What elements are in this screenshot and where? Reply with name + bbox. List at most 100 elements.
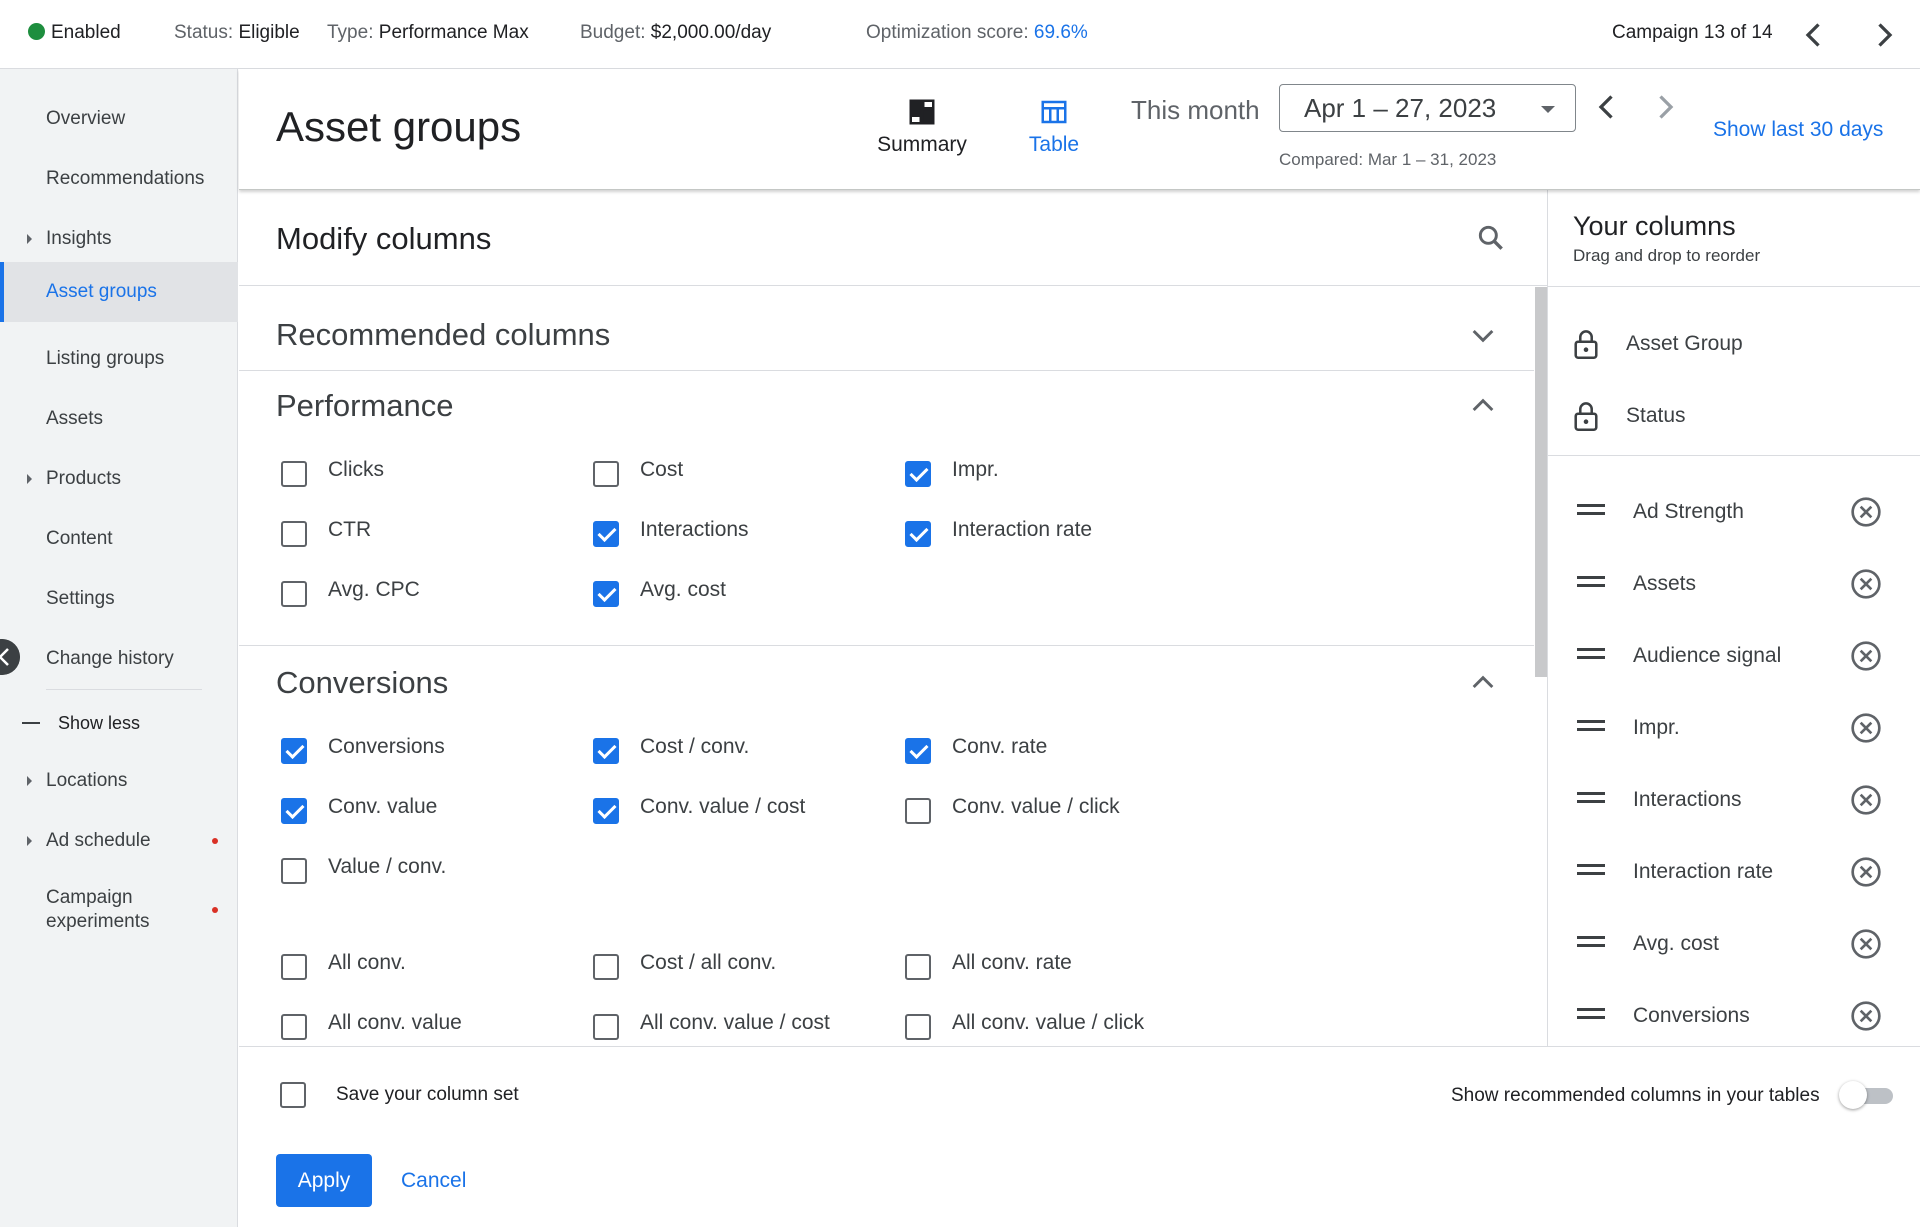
selected-column-interactions[interactable]: Interactions [1548, 770, 1920, 830]
checkbox-cost-per-conv[interactable]: Cost / conv. [593, 735, 749, 764]
next-period-chevron-icon[interactable] [1647, 89, 1683, 125]
checkbox-all-conv-value-per-cost[interactable]: All conv. value / cost [593, 1011, 830, 1040]
remove-column-icon[interactable] [1850, 712, 1882, 744]
chevron-down-icon[interactable] [1467, 319, 1499, 351]
sidebar-item-listing-groups[interactable]: Listing groups [0, 330, 238, 388]
checkbox-box[interactable] [281, 738, 307, 764]
checkbox-cost[interactable]: Cost [593, 458, 683, 487]
remove-column-icon[interactable] [1850, 856, 1882, 888]
date-range-picker[interactable]: Apr 1 – 27, 2023 [1279, 84, 1576, 132]
checkbox-box[interactable] [281, 581, 307, 607]
drag-handle-icon[interactable] [1577, 1008, 1605, 1024]
sidebar-item-ad-schedule[interactable]: Ad schedule [0, 812, 238, 870]
checkbox-all-conv-value-per-click[interactable]: All conv. value / click [905, 1011, 1144, 1040]
checkbox-all-conv-rate[interactable]: All conv. rate [905, 951, 1072, 980]
selected-column-assets[interactable]: Assets [1548, 554, 1920, 614]
selected-column-conversions[interactable]: Conversions [1548, 986, 1920, 1046]
drag-handle-icon[interactable] [1577, 720, 1605, 736]
enabled-status[interactable]: Enabled [28, 22, 121, 44]
next-campaign-chevron-icon[interactable] [1866, 17, 1902, 53]
drag-handle-icon[interactable] [1577, 936, 1605, 952]
checkbox-box[interactable] [281, 461, 307, 487]
apply-button[interactable]: Apply [276, 1154, 372, 1207]
checkbox-conv-value-per-click[interactable]: Conv. value / click [905, 795, 1120, 824]
recommended-columns-title[interactable]: Recommended columns [276, 317, 610, 353]
checkbox-box[interactable] [593, 521, 619, 547]
selected-column-impr[interactable]: Impr. [1548, 698, 1920, 758]
checkbox-box[interactable] [593, 461, 619, 487]
sidebar-item-insights[interactable]: Insights [0, 210, 238, 268]
save-column-set-checkbox[interactable]: Save your column set [280, 1082, 519, 1108]
checkbox-cost-per-all-conv[interactable]: Cost / all conv. [593, 951, 776, 980]
checkbox-box[interactable] [905, 798, 931, 824]
sidebar-item-asset-groups[interactable]: Asset groups [0, 262, 238, 322]
show-recommended-toggle[interactable] [1839, 1081, 1897, 1109]
checkbox-box[interactable] [593, 954, 619, 980]
drag-handle-icon[interactable] [1577, 504, 1605, 520]
checkbox-box[interactable] [905, 521, 931, 547]
chevron-up-icon[interactable] [1467, 667, 1499, 699]
checkbox-box[interactable] [281, 858, 307, 884]
checkbox-ctr[interactable]: CTR [281, 518, 371, 547]
show-last-30-days-link[interactable]: Show last 30 days [1713, 118, 1883, 142]
sidebar-item-locations[interactable]: Locations [0, 752, 238, 810]
previous-campaign-chevron-icon[interactable] [1796, 17, 1832, 53]
sidebar-show-less[interactable]: Show less [0, 694, 238, 752]
drag-handle-icon[interactable] [1577, 792, 1605, 808]
checkbox-conv-rate[interactable]: Conv. rate [905, 735, 1047, 764]
tab-table[interactable]: Table [994, 97, 1114, 157]
optimization-score[interactable]: Optimization score: 69.6% [866, 22, 1088, 44]
checkbox-impr[interactable]: Impr. [905, 458, 999, 487]
cancel-button[interactable]: Cancel [397, 1154, 470, 1207]
remove-column-icon[interactable] [1850, 784, 1882, 816]
drag-handle-icon[interactable] [1577, 648, 1605, 664]
checkbox-clicks[interactable]: Clicks [281, 458, 384, 487]
checkbox-box[interactable] [281, 1014, 307, 1040]
checkbox-conv-value[interactable]: Conv. value [281, 795, 437, 824]
selected-column-interaction-rate[interactable]: Interaction rate [1548, 842, 1920, 902]
checkbox-avg-cpc[interactable]: Avg. CPC [281, 578, 420, 607]
sidebar-item-overview[interactable]: Overview [0, 90, 238, 148]
checkbox-all-conv[interactable]: All conv. [281, 951, 406, 980]
checkbox-box[interactable] [593, 1014, 619, 1040]
checkbox-box[interactable] [593, 581, 619, 607]
checkbox-box[interactable] [593, 798, 619, 824]
checkbox-box[interactable] [280, 1082, 306, 1108]
selected-column-audience-signal[interactable]: Audience signal [1548, 626, 1920, 686]
checkbox-box[interactable] [281, 521, 307, 547]
sidebar-item-assets[interactable]: Assets [0, 390, 238, 448]
checkbox-conversions[interactable]: Conversions [281, 735, 445, 764]
remove-column-icon[interactable] [1850, 568, 1882, 600]
checkbox-value-per-conv[interactable]: Value / conv. [281, 855, 446, 884]
checkbox-box[interactable] [593, 738, 619, 764]
sidebar-item-content[interactable]: Content [0, 510, 238, 568]
checkbox-conv-value-per-cost[interactable]: Conv. value / cost [593, 795, 805, 824]
remove-column-icon[interactable] [1850, 496, 1882, 528]
checkbox-box[interactable] [281, 954, 307, 980]
sidebar-item-change-history[interactable]: Change history [0, 630, 238, 688]
sidebar-item-recommendations[interactable]: Recommendations [0, 150, 238, 208]
selected-column-avg-cost[interactable]: Avg. cost [1548, 914, 1920, 974]
drag-handle-icon[interactable] [1577, 864, 1605, 880]
previous-period-chevron-icon[interactable] [1589, 89, 1625, 125]
remove-column-icon[interactable] [1850, 1000, 1882, 1032]
search-icon[interactable] [1475, 222, 1507, 254]
checkbox-all-conv-value[interactable]: All conv. value [281, 1011, 462, 1040]
checkbox-avg-cost[interactable]: Avg. cost [593, 578, 726, 607]
checkbox-box[interactable] [905, 738, 931, 764]
panel-scrollbar[interactable] [1535, 287, 1547, 677]
sidebar-item-settings[interactable]: Settings [0, 570, 238, 628]
chevron-up-icon[interactable] [1467, 390, 1499, 422]
checkbox-box[interactable] [905, 954, 931, 980]
checkbox-box[interactable] [905, 461, 931, 487]
checkbox-box[interactable] [281, 798, 307, 824]
selected-column-ad-strength[interactable]: Ad Strength [1548, 482, 1920, 542]
remove-column-icon[interactable] [1850, 640, 1882, 672]
tab-summary[interactable]: Summary [862, 97, 982, 157]
checkbox-box[interactable] [905, 1014, 931, 1040]
sidebar-item-campaign-experiments[interactable]: Campaign experiments [0, 872, 238, 948]
remove-column-icon[interactable] [1850, 928, 1882, 960]
campaign-budget[interactable]: Budget: $2,000.00/day [580, 22, 771, 44]
checkbox-interactions[interactable]: Interactions [593, 518, 749, 547]
checkbox-interaction-rate[interactable]: Interaction rate [905, 518, 1092, 547]
